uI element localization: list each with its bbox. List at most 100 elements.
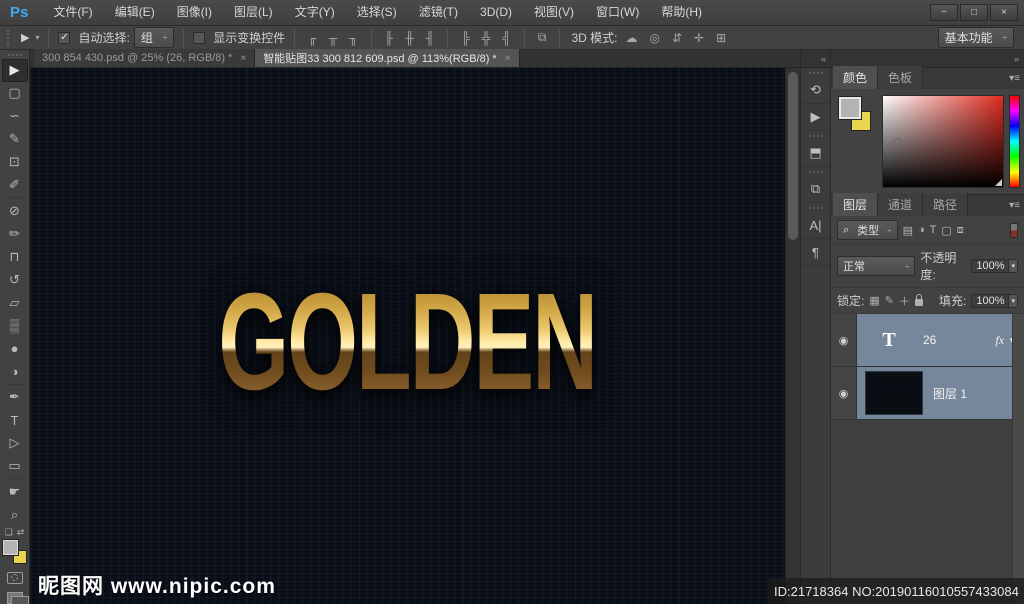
- menu-image[interactable]: 图像(I): [166, 0, 223, 25]
- dodge-tool[interactable]: ◑: [2, 360, 28, 383]
- path-selection-tool[interactable]: ▷: [2, 432, 28, 455]
- menu-type[interactable]: 文字(Y): [284, 0, 346, 25]
- canvas-vertical-scrollbar[interactable]: [785, 68, 800, 604]
- filter-toggle-switch[interactable]: [1010, 222, 1018, 238]
- close-tab-icon[interactable]: ×: [505, 53, 511, 64]
- foreground-color-swatch[interactable]: [838, 96, 862, 120]
- history-brush-tool[interactable]: ↺: [2, 268, 28, 291]
- tab-layers[interactable]: 图层: [833, 193, 879, 216]
- menu-filter[interactable]: 滤镜(T): [408, 0, 469, 25]
- layer-row-selected[interactable]: T 26 fx ▼: [857, 314, 1024, 366]
- options-grip[interactable]: [7, 29, 12, 46]
- align-right-edges-icon[interactable]: ╢: [422, 31, 439, 45]
- align-bottom-edges-icon[interactable]: ╖: [345, 31, 362, 45]
- align-top-edges-icon[interactable]: ╓: [304, 31, 321, 45]
- tab-channels[interactable]: 通道: [878, 193, 924, 216]
- rectangular-marquee-tool[interactable]: ▢: [2, 82, 28, 105]
- actions-panel-button[interactable]: ▶: [801, 104, 830, 131]
- layer-name[interactable]: 26: [923, 333, 936, 347]
- maximize-button[interactable]: □: [960, 4, 988, 21]
- filter-type-layers-icon[interactable]: T: [930, 224, 937, 236]
- blend-mode-dropdown[interactable]: 正常 ÷: [837, 256, 916, 276]
- default-colors-icon[interactable]: ❏: [5, 527, 13, 538]
- 3d-scale-icon[interactable]: ⊞: [712, 31, 730, 45]
- character-panel-button[interactable]: A|: [801, 212, 830, 239]
- dock-grip[interactable]: [808, 135, 823, 137]
- menu-help[interactable]: 帮助(H): [650, 0, 713, 25]
- paragraph-panel-button[interactable]: ¶: [801, 239, 830, 266]
- filter-shape-layers-icon[interactable]: ▢: [941, 224, 951, 237]
- menu-view[interactable]: 视图(V): [523, 0, 585, 25]
- gradient-tool[interactable]: ▒: [2, 314, 28, 337]
- tab-paths[interactable]: 路径: [923, 193, 969, 216]
- color-cursor-icon[interactable]: [893, 138, 902, 147]
- toolbar-grip[interactable]: [7, 54, 22, 56]
- tab-swatches[interactable]: 色板: [878, 66, 924, 89]
- opacity-field[interactable]: 100% ▾: [971, 259, 1018, 273]
- filter-pixel-layers-icon[interactable]: ▤: [903, 224, 913, 237]
- lock-all-icon[interactable]: [914, 294, 923, 306]
- pen-tool[interactable]: ✒: [2, 386, 28, 409]
- menu-file[interactable]: 文件(F): [42, 0, 103, 25]
- menu-select[interactable]: 选择(S): [346, 0, 408, 25]
- distribute-top-icon[interactable]: ╠: [457, 31, 474, 45]
- dock-grip[interactable]: [808, 72, 823, 74]
- collapse-dock-icon[interactable]: «: [821, 54, 826, 64]
- swap-colors-icon[interactable]: ⇄: [17, 527, 25, 538]
- auto-select-dropdown[interactable]: 组 ÷: [133, 27, 175, 48]
- canvas[interactable]: GOLDEN 昵图网 www.nipic.com: [30, 68, 785, 604]
- document-tab-2-active[interactable]: 智能贴图33 300 812 609.psd @ 113%(RGB/8) * ×: [255, 49, 520, 67]
- spot-healing-brush-tool[interactable]: ⊘: [2, 199, 28, 222]
- brush-tool[interactable]: ✏: [2, 222, 28, 245]
- history-panel-button[interactable]: ⟲: [801, 77, 830, 104]
- rectangle-tool[interactable]: ▭: [2, 454, 28, 477]
- align-vertical-centers-icon[interactable]: ╥: [325, 31, 342, 45]
- lasso-tool[interactable]: ∽: [2, 105, 28, 128]
- layers-scrollbar[interactable]: [1012, 314, 1024, 604]
- dock-grip[interactable]: [808, 171, 823, 173]
- layer-comps-panel-button[interactable]: ⧉: [801, 176, 830, 203]
- menu-edit[interactable]: 编辑(E): [104, 0, 166, 25]
- stepper-arrow-icon[interactable]: ▾: [1008, 294, 1017, 307]
- minimize-button[interactable]: −: [930, 4, 958, 21]
- visibility-eye-icon[interactable]: ◉: [831, 314, 857, 366]
- tool-preset-arrow-icon[interactable]: ▾: [35, 33, 39, 42]
- menu-3d[interactable]: 3D(D): [469, 0, 523, 25]
- lock-transparency-icon[interactable]: ▦: [869, 294, 879, 307]
- auto-align-icon[interactable]: ⧉: [534, 30, 551, 45]
- 3d-rotate-icon[interactable]: ☁: [621, 31, 641, 45]
- hue-slider[interactable]: [1009, 95, 1020, 188]
- zoom-tool[interactable]: ⌕: [2, 503, 28, 526]
- panel-menu-icon[interactable]: ▾≡: [1009, 200, 1020, 211]
- blur-tool[interactable]: ●: [2, 337, 28, 360]
- layer-row-selected[interactable]: 图层 1: [857, 367, 1024, 419]
- distribute-bottom-icon[interactable]: ╣: [498, 31, 515, 45]
- panel-menu-icon[interactable]: ▾≡: [1009, 73, 1020, 84]
- menu-window[interactable]: 窗口(W): [585, 0, 650, 25]
- close-tab-icon[interactable]: ×: [240, 53, 246, 64]
- lock-position-icon[interactable]: ＋: [899, 293, 910, 309]
- stepper-arrow-icon[interactable]: ▾: [1008, 260, 1017, 272]
- crop-tool[interactable]: ⊡: [2, 151, 28, 174]
- type-tool[interactable]: T: [2, 409, 28, 432]
- distribute-vertical-icon[interactable]: ╬: [478, 31, 495, 45]
- eyedropper-tool[interactable]: ✐: [2, 174, 28, 197]
- tab-color[interactable]: 颜色: [833, 66, 879, 89]
- 3d-panel-button[interactable]: ⬒: [801, 140, 830, 167]
- foreground-color-swatch[interactable]: [1, 539, 19, 557]
- filter-adjustment-layers-icon[interactable]: ◑: [918, 224, 925, 236]
- screen-mode-button[interactable]: [6, 591, 29, 604]
- scrollbar-thumb[interactable]: [788, 72, 798, 240]
- menu-layer[interactable]: 图层(L): [223, 0, 284, 25]
- collapse-panels-icon[interactable]: »: [1014, 54, 1019, 64]
- saturation-brightness-field[interactable]: [882, 95, 1004, 188]
- auto-select-checkbox[interactable]: ✓: [58, 31, 71, 44]
- hand-tool[interactable]: ☛: [2, 480, 28, 503]
- clone-stamp-tool[interactable]: ⊓: [2, 245, 28, 268]
- layer-row-text[interactable]: ◉ T 26 fx ▼: [831, 314, 1024, 367]
- 3d-roll-icon[interactable]: ◎: [645, 31, 663, 45]
- document-tab-1[interactable]: 300 854 430.psd @ 25% (26, RGB/8) * ×: [34, 49, 256, 67]
- eraser-tool[interactable]: ▱: [2, 291, 28, 314]
- align-horizontal-centers-icon[interactable]: ╫: [401, 31, 418, 45]
- layer-row-image[interactable]: ◉ 图层 1: [831, 367, 1024, 420]
